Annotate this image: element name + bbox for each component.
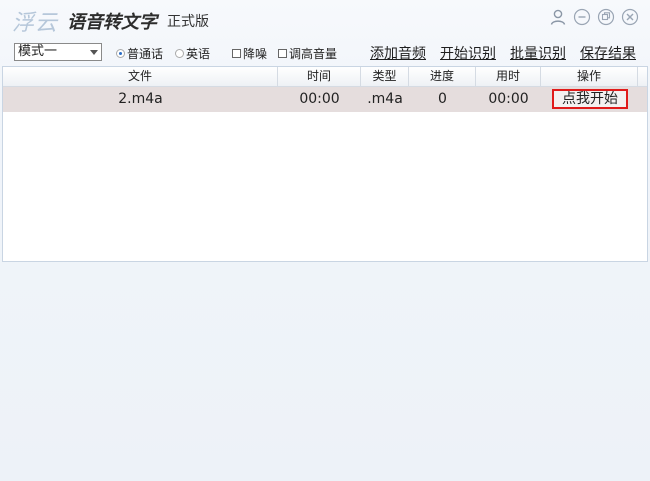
brand-logo: 浮云: [12, 11, 59, 36]
checkbox-denoise[interactable]: 降噪: [232, 45, 267, 62]
radio-mandarin[interactable]: 普通话: [116, 45, 163, 62]
column-header-file[interactable]: 文件: [3, 67, 278, 86]
close-icon[interactable]: [620, 7, 640, 27]
checkbox-volume-boost[interactable]: 调高音量: [278, 45, 337, 62]
file-table: 文件 时间 类型 进度 用时 操作 2.m4a 00:00 .m4a 0 00:…: [2, 66, 648, 262]
table-header: 文件 时间 类型 进度 用时 操作: [3, 67, 647, 87]
app-title: 语音转文字: [67, 12, 157, 33]
window-controls: [548, 7, 640, 27]
checkbox-denoise-box[interactable]: [232, 49, 241, 58]
cell-file: 2.m4a: [118, 91, 163, 107]
edition-label: 正式版: [167, 14, 209, 30]
batch-recognition-button[interactable]: 批量识别: [510, 43, 566, 63]
radio-mandarin-button[interactable]: [116, 49, 125, 58]
user-icon[interactable]: [548, 7, 568, 27]
mode-select-value: 模式一: [18, 44, 58, 59]
radio-english[interactable]: 英语: [175, 45, 210, 62]
mode-select[interactable]: 模式一: [14, 43, 102, 61]
table-row[interactable]: 2.m4a 00:00 .m4a 0 00:00 点我开始: [3, 87, 647, 112]
add-audio-button[interactable]: 添加音频: [370, 43, 426, 63]
radio-mandarin-label: 普通话: [127, 47, 164, 61]
restore-icon[interactable]: [596, 7, 616, 27]
checkbox-denoise-label: 降噪: [243, 47, 268, 61]
cell-time: 00:00: [299, 91, 340, 107]
column-header-elapsed[interactable]: 用时: [476, 67, 541, 86]
start-recognition-button[interactable]: 开始识别: [440, 43, 496, 63]
save-results-button[interactable]: 保存结果: [580, 43, 636, 63]
column-header-action[interactable]: 操作: [541, 67, 638, 86]
checkbox-volume-boost-label: 调高音量: [289, 47, 338, 61]
app-window: 浮云 语音转文字 正式版 模式一 普通话 英语 降噪 调高音量 添加音频 开始识…: [0, 0, 650, 481]
start-button[interactable]: 点我开始: [552, 89, 628, 109]
cell-progress: 0: [438, 91, 447, 107]
minimize-icon[interactable]: [572, 7, 592, 27]
column-header-progress[interactable]: 进度: [409, 67, 476, 86]
column-header-time[interactable]: 时间: [278, 67, 361, 86]
title-bar: 浮云 语音转文字 正式版: [0, 0, 650, 38]
chevron-down-icon: [90, 50, 98, 55]
radio-english-label: 英语: [186, 47, 211, 61]
column-header-type[interactable]: 类型: [361, 67, 409, 86]
radio-english-button[interactable]: [175, 49, 184, 58]
cell-elapsed: 00:00: [488, 91, 529, 107]
toolbar: 模式一 普通话 英语 降噪 调高音量 添加音频 开始识别 批量识别 保存结果: [0, 40, 650, 66]
checkbox-volume-boost-box[interactable]: [278, 49, 287, 58]
cell-type: .m4a: [367, 91, 403, 107]
